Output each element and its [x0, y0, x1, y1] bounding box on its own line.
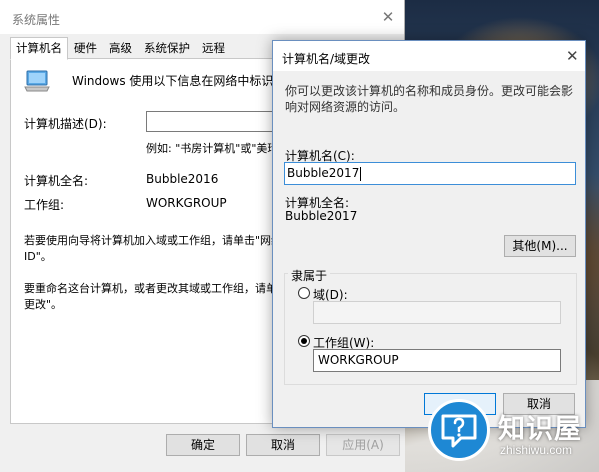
workgroup-input[interactable]: WORKGROUP: [313, 349, 561, 372]
system-properties-titlebar: 系统属性 ✕: [0, 0, 404, 34]
dialog-title: 计算机名/域更改: [282, 52, 371, 66]
dialog-full-name-value: Bubble2017: [285, 209, 358, 223]
logo-text: 知识屋: [498, 414, 582, 445]
domain-radio[interactable]: [298, 287, 310, 299]
full-name-value: Bubble2016: [146, 172, 219, 186]
ok-button[interactable]: 确定: [166, 434, 240, 456]
computer-name-dialog: 计算机名/域更改 ✕ 你可以更改该计算机的名称和成员身份。更改可能会影响对网络资…: [272, 40, 586, 428]
wizard-text-line2: ID"。: [24, 250, 52, 263]
computer-icon: [24, 70, 50, 92]
rename-text-line2: 更改"。: [24, 298, 63, 311]
logo-circle: [428, 399, 490, 461]
rename-text-line1: 要重命名这台计算机，或者更改其域或工作组，请单击": [24, 282, 294, 295]
tab-system-protection[interactable]: 系统保护: [138, 37, 196, 59]
dialog-intro: 你可以更改该计算机的名称和成员身份。更改可能会影响对网络资源的访问。: [285, 84, 574, 114]
apply-button[interactable]: 应用(A): [326, 434, 400, 456]
description-example: 例如: "书房计算机"或"美玲的: [146, 142, 290, 155]
tab-hardware[interactable]: 硬件: [68, 37, 103, 59]
tab-advanced[interactable]: 高级: [103, 37, 138, 59]
cancel-button[interactable]: 取消: [246, 434, 320, 456]
tab-computer-name[interactable]: 计算机名: [10, 37, 68, 60]
member-of-label: 隶属于: [288, 267, 331, 284]
description-label: 计算机描述(D):: [24, 117, 107, 131]
full-name-label: 计算机全名:: [24, 174, 89, 188]
computer-name-value: Bubble2017: [287, 166, 360, 180]
window-title: 系统属性: [12, 13, 61, 27]
text-caret: [360, 166, 362, 181]
question-bubble-icon: [441, 414, 477, 448]
close-icon[interactable]: ✕: [380, 8, 396, 26]
logo-subtext: zhishiwu.com: [500, 443, 573, 457]
workgroup-label: 工作组:: [24, 198, 65, 212]
workgroup-radio[interactable]: [298, 335, 310, 347]
domain-input[interactable]: [313, 301, 561, 324]
computer-name-input[interactable]: Bubble2017: [284, 162, 576, 185]
tab-strip: 计算机名 硬件 高级 系统保护 远程: [10, 37, 231, 60]
description-input[interactable]: [146, 111, 286, 132]
button-bar: 确定 取消 应用(A): [0, 424, 405, 472]
workgroup-value: WORKGROUP: [146, 196, 227, 210]
other-button[interactable]: 其他(M)...: [504, 235, 576, 257]
wizard-text-line1: 若要使用向导将计算机加入域或工作组，请单击"网络: [24, 234, 283, 247]
watermark-logo: 知识屋 zhishiwu.com: [428, 393, 596, 469]
dialog-titlebar: 计算机名/域更改 ✕: [273, 41, 585, 71]
dialog-close-icon[interactable]: ✕: [566, 47, 579, 65]
tab-remote[interactable]: 远程: [196, 37, 231, 59]
